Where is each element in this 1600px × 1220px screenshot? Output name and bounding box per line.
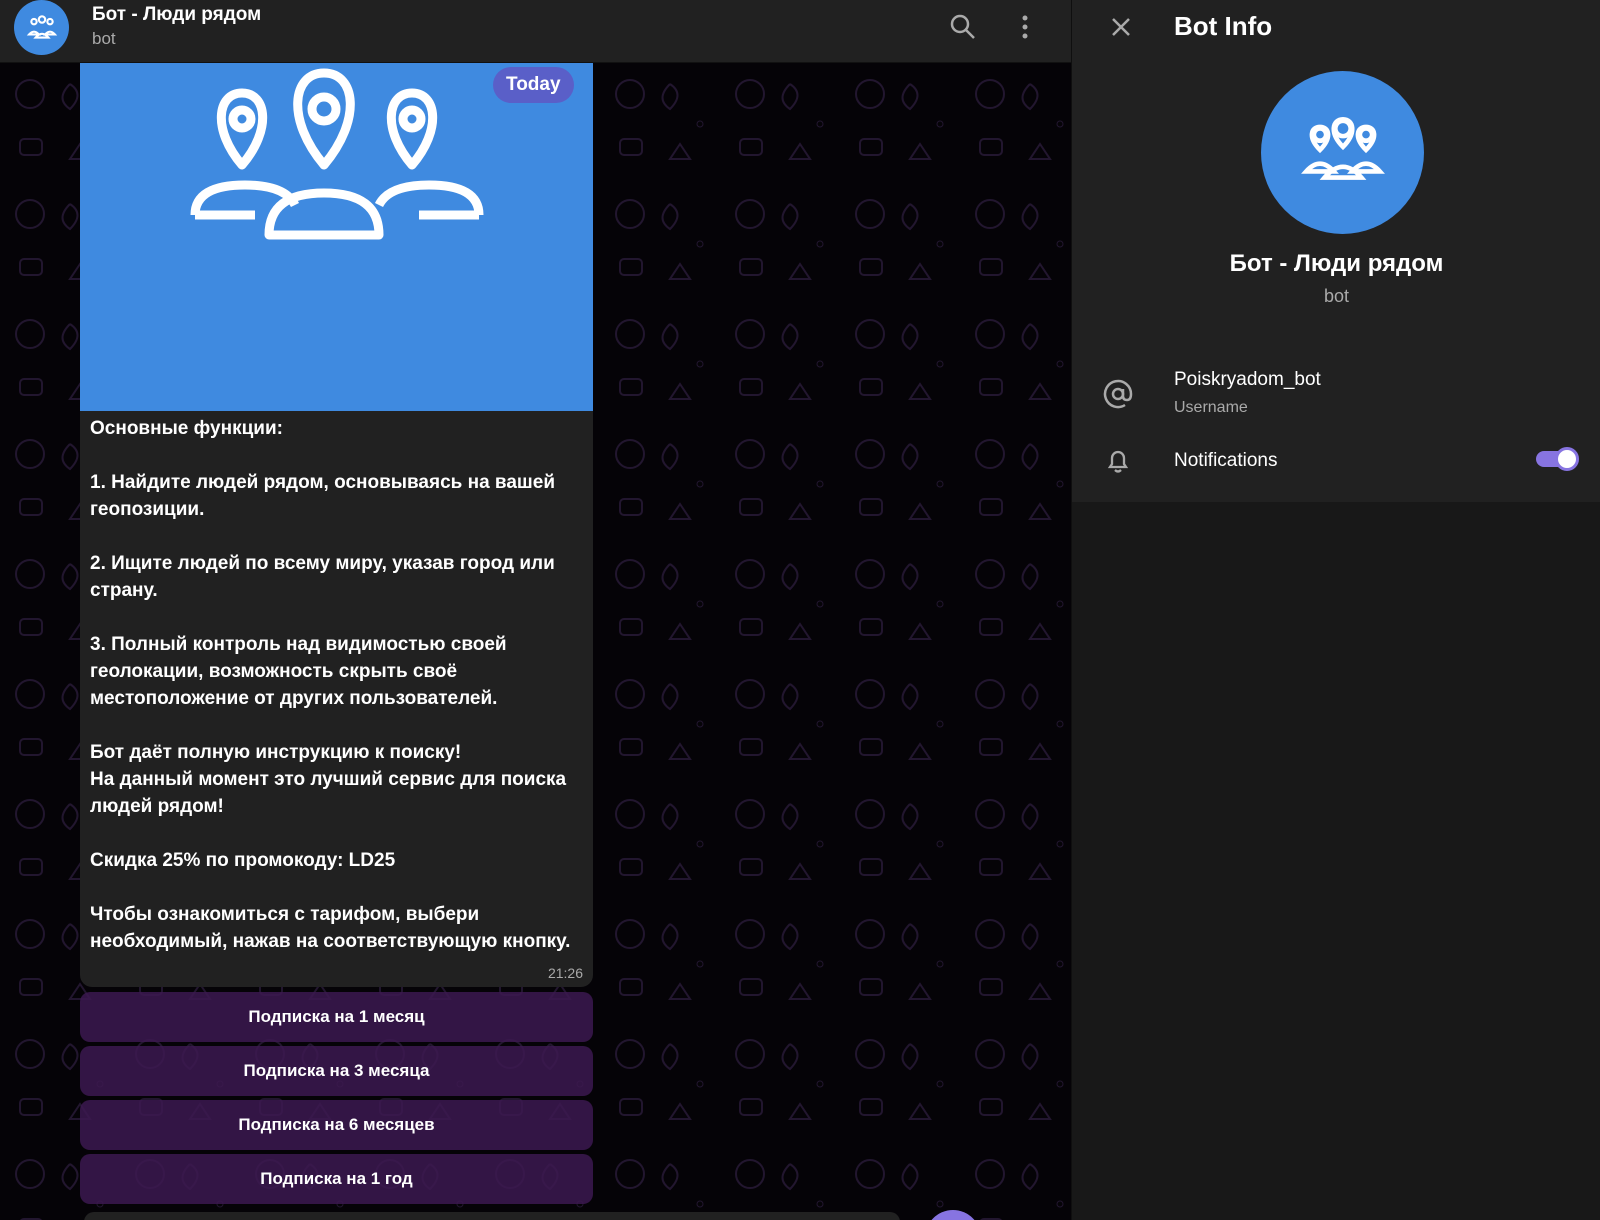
username-value[interactable]: Poiskryadom_bot xyxy=(1174,369,1321,391)
search-icon[interactable] xyxy=(948,12,978,42)
chat-header[interactable]: Бот - Люди рядом bot xyxy=(0,0,1071,63)
message-text: Основные функции: 1. Найдите людей рядом… xyxy=(90,418,571,952)
people-location-icon xyxy=(26,14,57,39)
people-location-icon xyxy=(1300,116,1385,180)
at-sign-icon xyxy=(1103,379,1133,409)
panel-title: Bot Info xyxy=(1174,11,1273,41)
chat-area: Бот - Люди рядом bot Основные функции: 1… xyxy=(0,0,1071,1220)
subscribe-3-months-button[interactable]: Подписка на 3 месяца xyxy=(80,1046,593,1096)
bot-avatar[interactable] xyxy=(14,0,69,55)
subscribe-1-month-button[interactable]: Подписка на 1 месяц xyxy=(80,992,593,1042)
message-composer[interactable] xyxy=(84,1212,900,1220)
chat-title: Бот - Люди рядом xyxy=(92,4,262,25)
close-icon[interactable] xyxy=(1106,12,1136,42)
notifications-label: Notifications xyxy=(1174,450,1278,471)
bot-info-card: Bot Info Бот - Люди рядом bot Poiskryado… xyxy=(1072,0,1600,502)
chat-subtitle: bot xyxy=(92,29,116,48)
bot-name: Бот - Люди рядом xyxy=(1229,250,1444,277)
subscribe-6-months-button[interactable]: Подписка на 6 месяцев xyxy=(80,1100,593,1150)
date-badge: Today xyxy=(493,67,574,103)
bot-subtitle: bot xyxy=(1323,286,1350,306)
subscribe-1-year-button[interactable]: Подписка на 1 год xyxy=(80,1154,593,1204)
more-vertical-icon[interactable] xyxy=(1010,12,1040,42)
people-location-icon xyxy=(190,68,483,240)
message-photo xyxy=(80,63,593,411)
bell-icon xyxy=(1107,450,1129,473)
notifications-toggle[interactable] xyxy=(1536,447,1579,471)
message-bubble: Основные функции: 1. Найдите людей рядом… xyxy=(80,63,593,987)
message-time: 21:26 xyxy=(547,965,583,981)
bot-info-panel: Bot Info Бот - Люди рядом bot Poiskryado… xyxy=(1071,0,1600,1220)
bot-profile-avatar[interactable] xyxy=(1261,71,1424,234)
username-label: Username xyxy=(1174,399,1248,416)
toggle-knob xyxy=(1555,447,1579,471)
